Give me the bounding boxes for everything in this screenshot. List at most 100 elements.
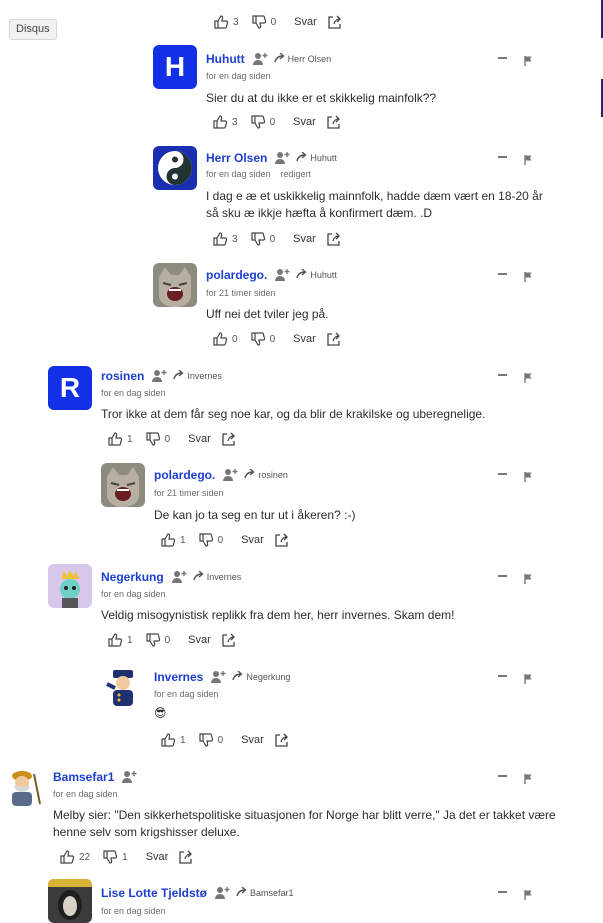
share-icon[interactable]: [221, 632, 237, 648]
in-reply-to[interactable]: rosinen: [244, 468, 288, 481]
follow-icon[interactable]: [252, 52, 268, 66]
avatar[interactable]: [48, 564, 92, 608]
flag-icon[interactable]: [524, 887, 532, 900]
timestamp[interactable]: for en dag siden: [101, 388, 166, 398]
timestamp[interactable]: for en dag siden: [53, 789, 118, 799]
downvote-icon[interactable]: [250, 231, 266, 247]
reply-button[interactable]: Svar: [146, 851, 169, 863]
collapse-icon[interactable]: [498, 675, 507, 677]
reply-button[interactable]: Svar: [293, 333, 316, 345]
collapse-icon[interactable]: [498, 374, 507, 376]
share-icon[interactable]: [274, 532, 290, 548]
upvote-icon[interactable]: [212, 331, 228, 347]
share-icon[interactable]: [326, 231, 342, 247]
collapse-icon[interactable]: [498, 473, 507, 475]
downvote-icon[interactable]: [250, 331, 266, 347]
follow-icon[interactable]: [222, 468, 238, 482]
collapse-icon[interactable]: [498, 775, 507, 777]
reply-button[interactable]: Svar: [188, 433, 211, 445]
flag-icon[interactable]: [524, 269, 532, 282]
in-reply-to[interactable]: Negerkung: [232, 670, 290, 683]
downvote-icon[interactable]: [251, 14, 267, 30]
upvote-icon[interactable]: [107, 632, 123, 648]
author-name[interactable]: rosinen: [101, 369, 144, 383]
comment-text: 😎: [154, 706, 167, 720]
avatar[interactable]: [0, 764, 44, 808]
reply-button[interactable]: Svar: [294, 16, 317, 28]
share-icon[interactable]: [326, 331, 342, 347]
collapse-icon[interactable]: [498, 891, 507, 893]
reply-button[interactable]: Svar: [293, 116, 316, 128]
in-reply-to[interactable]: Invernes: [193, 570, 241, 583]
downvote-icon[interactable]: [198, 732, 214, 748]
upvote-count: 3: [233, 16, 239, 28]
downvote-icon[interactable]: [102, 849, 118, 865]
flag-icon[interactable]: [524, 469, 532, 482]
share-icon[interactable]: [326, 114, 342, 130]
timestamp[interactable]: for en dag siden: [154, 689, 219, 699]
collapse-icon[interactable]: [498, 575, 507, 577]
upvote-icon[interactable]: [59, 849, 75, 865]
share-icon[interactable]: [178, 849, 194, 865]
collapse-icon[interactable]: [498, 273, 507, 275]
share-icon[interactable]: [274, 732, 290, 748]
follow-icon[interactable]: [274, 268, 290, 282]
author-name[interactable]: Lise Lotte Tjeldstø: [101, 886, 207, 900]
flag-icon[interactable]: [524, 53, 532, 66]
timestamp[interactable]: for 21 timer siden: [206, 288, 276, 298]
share-icon[interactable]: [221, 431, 237, 447]
avatar[interactable]: [153, 263, 197, 307]
upvote-icon[interactable]: [212, 114, 228, 130]
reply-button[interactable]: Svar: [241, 534, 264, 546]
flag-icon[interactable]: [524, 771, 532, 784]
reply-button[interactable]: Svar: [188, 634, 211, 646]
flag-icon[interactable]: [524, 152, 532, 165]
timestamp[interactable]: for 21 timer siden: [154, 488, 224, 498]
upvote-icon[interactable]: [212, 231, 228, 247]
in-reply-to[interactable]: Huhutt: [296, 151, 337, 164]
author-name[interactable]: polardego.: [206, 268, 267, 282]
in-reply-to[interactable]: Huhutt: [296, 268, 337, 281]
reply-button[interactable]: Svar: [293, 233, 316, 245]
in-reply-to[interactable]: Bamsefar1: [236, 886, 294, 899]
avatar[interactable]: [101, 463, 145, 507]
downvote-icon[interactable]: [145, 632, 161, 648]
downvote-icon[interactable]: [198, 532, 214, 548]
avatar[interactable]: [101, 664, 145, 708]
avatar[interactable]: R: [48, 366, 92, 410]
timestamp[interactable]: for en dag siden: [101, 906, 166, 916]
upvote-icon[interactable]: [160, 532, 176, 548]
author-name[interactable]: Negerkung: [101, 570, 164, 584]
in-reply-to[interactable]: Herr Olsen: [273, 52, 331, 65]
collapse-icon[interactable]: [498, 57, 507, 59]
upvote-icon[interactable]: [160, 732, 176, 748]
downvote-icon[interactable]: [250, 114, 266, 130]
follow-icon[interactable]: [214, 886, 230, 900]
author-name[interactable]: polardego.: [154, 468, 215, 482]
author-name[interactable]: Invernes: [154, 670, 203, 684]
upvote-icon[interactable]: [213, 14, 229, 30]
timestamp[interactable]: for en dag siden: [206, 71, 271, 81]
avatar[interactable]: [48, 879, 92, 923]
reply-button[interactable]: Svar: [241, 734, 264, 746]
in-reply-to[interactable]: Invernes: [173, 369, 222, 382]
author-name[interactable]: Herr Olsen: [206, 151, 267, 165]
follow-icon[interactable]: [210, 670, 226, 684]
follow-icon[interactable]: [274, 151, 290, 165]
flag-icon[interactable]: [524, 571, 532, 584]
author-name[interactable]: Bamsefar1: [53, 770, 114, 784]
avatar[interactable]: H: [153, 45, 197, 89]
timestamp[interactable]: for en dag siden: [206, 169, 271, 179]
flag-icon[interactable]: [524, 370, 532, 383]
author-name[interactable]: Huhutt: [206, 52, 245, 66]
timestamp[interactable]: for en dag siden: [101, 589, 166, 599]
follow-icon[interactable]: [171, 570, 187, 584]
upvote-icon[interactable]: [107, 431, 123, 447]
follow-icon[interactable]: [151, 369, 167, 383]
follow-icon[interactable]: [121, 770, 137, 784]
avatar[interactable]: [153, 146, 197, 190]
flag-icon[interactable]: [524, 671, 532, 684]
collapse-icon[interactable]: [498, 156, 507, 158]
share-icon[interactable]: [327, 14, 343, 30]
downvote-icon[interactable]: [145, 431, 161, 447]
